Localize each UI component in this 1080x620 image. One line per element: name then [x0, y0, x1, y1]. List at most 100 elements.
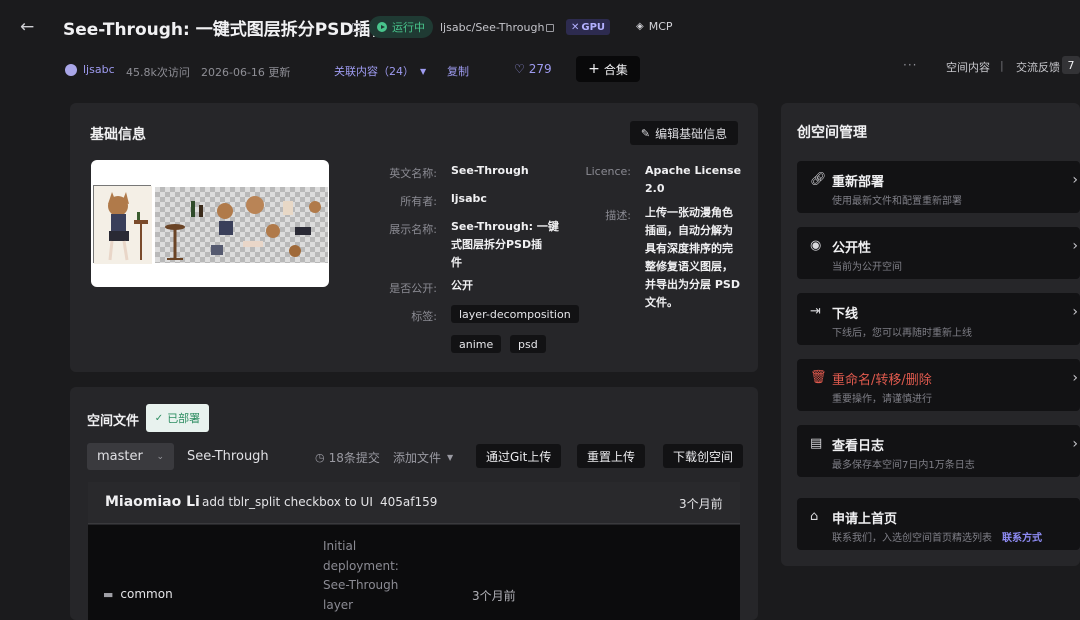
like-count: 279 — [528, 62, 552, 76]
display-name-line: 式图层拆分PSD插 — [451, 238, 543, 251]
collection-label: 合集 — [603, 62, 628, 77]
chevron-right-icon: › — [1072, 238, 1078, 254]
rename-delete-desc: 重要操作，请谨慎进行 — [832, 394, 932, 405]
folder-icon: ▬ — [103, 587, 114, 601]
description-value: 上传一张动漫角色 插画，自动分解为 具有深度排序的完 整修复语义图层， 并导出为… — [645, 204, 740, 312]
feedback-link[interactable]: 交流反馈 — [1016, 59, 1060, 75]
redeploy-title: 重新部署 — [832, 175, 885, 190]
commit-author[interactable]: Miaomiao Li — [105, 494, 200, 510]
file-commit-message: Initial deployment: See-Through layer — [323, 537, 399, 615]
chevron-down-icon: ⌄ — [156, 451, 164, 462]
basic-info-title: 基础信息 — [90, 127, 146, 143]
apply-homepage-title: 申请上首页 — [832, 512, 898, 527]
feedback-count-badge: 7 — [1062, 56, 1080, 74]
public-label: 是否公开: — [389, 282, 437, 295]
licence-line: Apache License — [645, 164, 742, 177]
space-files-title: 空间文件 — [87, 414, 140, 429]
like-button[interactable]: ♡ 279 — [514, 62, 552, 76]
copy-button[interactable]: 复制 — [447, 63, 469, 79]
repo-link[interactable]: ljsabc/See-Through — [440, 21, 544, 34]
space-management-title: 创空间管理 — [797, 125, 867, 141]
chevron-right-icon: › — [1072, 172, 1078, 188]
owner-value: ljsabc — [451, 192, 487, 205]
tags-label: 标签: — [411, 310, 437, 323]
avatar[interactable] — [65, 64, 77, 76]
tag-chip[interactable]: anime — [451, 335, 502, 353]
commit-message[interactable]: add tblr_split checkbox to UI — [202, 495, 373, 509]
updated-date: 2026-06-16 更新 — [201, 66, 291, 79]
reupload-button[interactable]: 重置上传 — [577, 444, 646, 468]
chevron-right-icon: › — [1072, 436, 1078, 452]
rename-delete-item[interactable]: 🗑︎ 重命名/转移/删除 重要操作，请谨慎进行 › — [797, 359, 1080, 411]
caret-down-icon: ▼ — [447, 453, 454, 462]
last-commit-row: Miaomiao Li add tblr_split checkbox to U… — [88, 482, 740, 524]
contact-link[interactable]: 联系方式 — [1002, 533, 1042, 544]
status-text: 运行中 — [392, 21, 425, 34]
table-row[interactable]: ▬ common — [103, 587, 173, 601]
download-space-button[interactable]: 下载创空间 — [663, 444, 744, 468]
add-file-label: 添加文件 — [393, 451, 442, 465]
tag-chip[interactable]: layer-decomposition — [451, 305, 579, 323]
owner-label: 所有者: — [400, 195, 437, 208]
commit-time: 3个月前 — [679, 497, 723, 511]
commit-history-link[interactable]: ◷ 18条提交 — [315, 449, 380, 466]
trash-icon: 🗑︎ — [810, 370, 827, 385]
message-line: See-Through — [323, 578, 399, 592]
redeploy-item[interactable]: 🔗︎ 重新部署 使用最新文件和配置重新部署 › — [797, 161, 1080, 213]
tag-chip[interactable]: psd — [510, 335, 546, 353]
character-illustration — [93, 185, 152, 264]
copy-icon[interactable] — [546, 24, 554, 32]
space-content-link[interactable]: 空间内容 — [946, 59, 990, 75]
add-file-dropdown[interactable]: 添加文件 ▼ — [393, 449, 453, 466]
deployed-label: 已部署 — [167, 412, 201, 425]
mcp-badge[interactable]: ◈ MCP — [636, 20, 673, 33]
view-logs-desc: 最多保存本空间7日内1万条日志 — [832, 460, 975, 471]
related-content-dropdown[interactable]: 关联内容（24） ▼ — [334, 63, 426, 79]
message-line: layer — [323, 597, 354, 612]
offline-title: 下线 — [832, 307, 859, 322]
offline-item[interactable]: ⇥ 下线 下线后，您可以再随时重新上线 › — [797, 293, 1080, 345]
commit-hash[interactable]: 405af159 — [380, 495, 437, 509]
view-logs-title: 查看日志 — [832, 439, 885, 454]
info-square-icon[interactable] — [352, 23, 361, 32]
edit-icon: ✎ — [640, 126, 651, 140]
owner-link[interactable]: ljsabc — [83, 63, 115, 76]
space-name: See-Through — [187, 449, 269, 464]
rename-delete-title: 重命名/转移/删除 — [832, 373, 932, 388]
visibility-title: 公开性 — [832, 241, 872, 256]
description-line: 上传一张动漫角色 — [645, 206, 733, 219]
apply-homepage-item[interactable]: ⌂ 申请上首页 联系我们，入选创空间首页精选列表 联系方式 — [797, 498, 1080, 550]
branch-select[interactable]: master ⌄ — [87, 443, 174, 470]
licence-label: Licence: — [585, 165, 632, 178]
redeploy-desc: 使用最新文件和配置重新部署 — [832, 196, 962, 207]
x-icon: ✕ — [571, 21, 580, 33]
back-arrow-icon[interactable]: ← — [20, 17, 34, 37]
caret-down-icon: ▼ — [420, 66, 427, 76]
eye-icon: ◉ — [810, 238, 822, 253]
visit-count: 45.8k次访问 — [126, 66, 190, 79]
file-name[interactable]: common — [120, 587, 172, 601]
display-name-line: 件 — [451, 256, 462, 269]
edit-basic-info-button[interactable]: ✎ 编辑基础信息 — [630, 121, 738, 145]
page-title: See-Through: 一键式图层拆分PSD插件 — [63, 20, 388, 40]
view-logs-item[interactable]: ▤ 查看日志 最多保存本空间7日内1万条日志 › — [797, 425, 1080, 477]
message-line: Initial — [323, 539, 357, 553]
description-line: 整修复语义图层， — [645, 260, 733, 273]
gpu-label: GPU — [581, 21, 606, 33]
git-upload-button[interactable]: 通过Git上传 — [476, 444, 562, 468]
layer-split-preview — [155, 187, 328, 263]
apply-homepage-desc: 联系我们，入选创空间首页精选列表 联系方式 — [832, 529, 1042, 544]
visibility-item[interactable]: ◉ 公开性 当前为公开空间 › — [797, 227, 1080, 279]
play-icon — [377, 22, 387, 32]
homepage-desc-text: 联系我们，入选创空间首页精选列表 — [832, 533, 992, 544]
link-icon: 🔗︎ — [810, 172, 827, 187]
plus-icon: + — [588, 61, 600, 77]
cover-preview-image — [91, 160, 329, 287]
home-icon: ⌂ — [810, 509, 819, 524]
more-icon[interactable]: ··· — [903, 58, 917, 72]
display-name-value: See-Through: 一键 式图层拆分PSD插 件 — [451, 218, 559, 272]
offline-desc: 下线后，您可以再随时重新上线 — [832, 328, 972, 339]
add-collection-button[interactable]: + 合集 — [576, 56, 640, 82]
mcp-label: MCP — [648, 20, 673, 33]
description-line: 插画，自动分解为 — [645, 224, 733, 237]
